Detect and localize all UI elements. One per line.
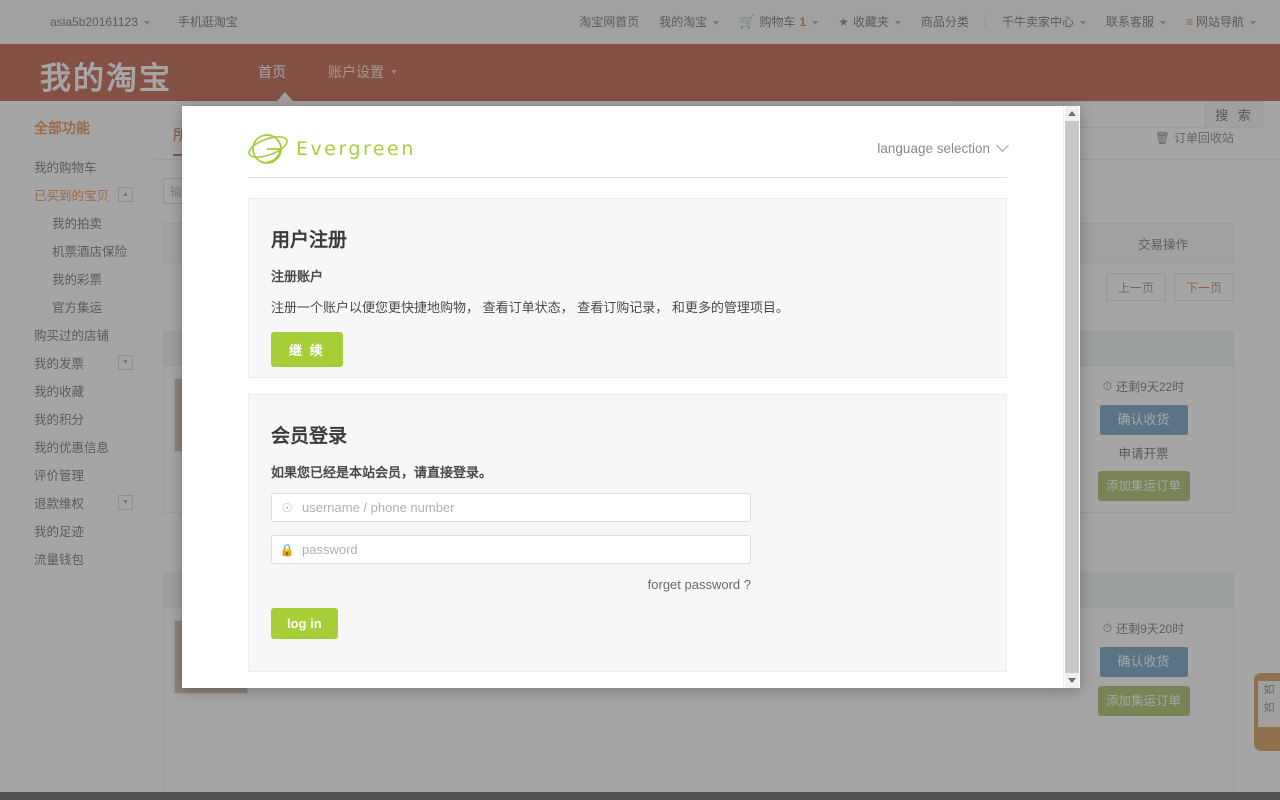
screen: asia5b20161123 手机逛淘宝 淘宝网首页 我的淘宝 🛒 购物车 — [0, 0, 1280, 800]
username-field-wrapper: ☉ — [271, 493, 751, 522]
login-panel: 会员登录 如果您已经是本站会员，请直接登录。 ☉ 🔒 forget passwo… — [248, 394, 1007, 672]
register-title: 用户注册 — [271, 230, 348, 251]
language-selection-dropdown[interactable]: language selection — [877, 139, 1009, 156]
language-selection-label: language selection — [877, 141, 990, 156]
user-icon: ☉ — [281, 500, 293, 515]
modal-scrollbar[interactable] — [1063, 106, 1080, 688]
modal-header: Evergreen language selection — [248, 120, 1009, 178]
password-field-wrapper: 🔒 — [271, 535, 751, 564]
forgot-password-link[interactable]: forget password ? — [271, 577, 751, 592]
login-button[interactable]: log in — [271, 608, 338, 639]
brand-logo[interactable]: Evergreen — [248, 132, 416, 166]
triangle-down-icon — [1068, 678, 1076, 683]
login-register-modal: Evergreen language selection 用户注册 注册账户 注… — [182, 106, 1080, 688]
login-subtitle: 如果您已经是本站会员，请直接登录。 — [271, 465, 493, 480]
scroll-up-arrow[interactable] — [1065, 106, 1079, 121]
brand-name: Evergreen — [296, 137, 416, 160]
register-continue-button[interactable]: 继 续 — [271, 332, 343, 367]
lock-icon: 🔒 — [279, 542, 295, 557]
register-description: 注册一个账户以便您更快捷地购物， 查看订单状态， 查看订购记录， 和更多的管理项… — [271, 300, 789, 315]
register-subtitle: 注册账户 — [271, 269, 324, 284]
scroll-down-arrow[interactable] — [1065, 673, 1079, 688]
evergreen-orbit-logo-icon — [248, 133, 288, 164]
password-input[interactable] — [302, 536, 750, 563]
scrollbar-thumb[interactable] — [1065, 121, 1079, 673]
triangle-up-icon — [1068, 111, 1076, 116]
modal-content: Evergreen language selection 用户注册 注册账户 注… — [182, 106, 1063, 688]
chevron-down-icon — [996, 139, 1009, 152]
login-title: 会员登录 — [271, 426, 348, 447]
username-input[interactable] — [302, 494, 750, 521]
register-panel: 用户注册 注册账户 注册一个账户以便您更快捷地购物， 查看订单状态， 查看订购记… — [248, 198, 1007, 378]
